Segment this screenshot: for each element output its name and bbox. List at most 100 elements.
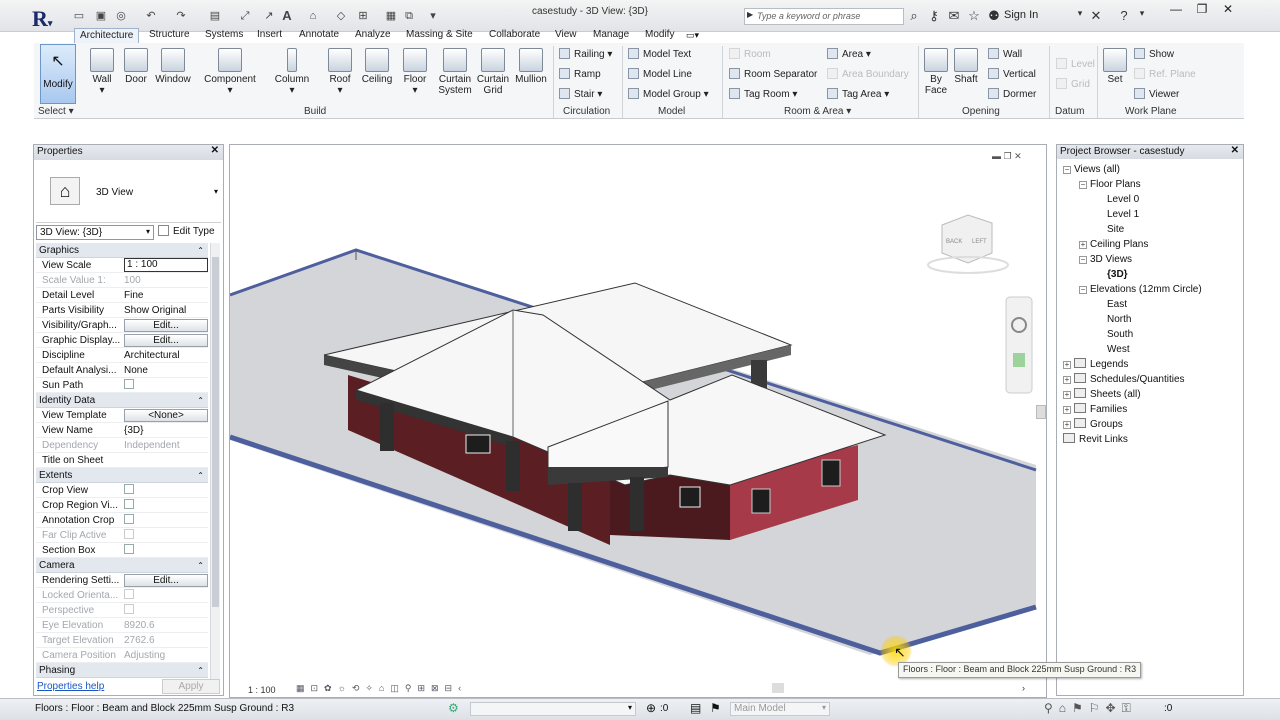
browser-item[interactable]: + Families <box>1063 403 1127 417</box>
close-icon[interactable]: ✕ <box>1216 2 1240 20</box>
prop-parts-visibility[interactable]: Parts Visibility Show Original <box>36 303 208 318</box>
railing-button[interactable]: Railing ▾ <box>559 48 612 62</box>
favorites-icon[interactable]: ☆ <box>966 8 982 24</box>
prop-detail-level[interactable]: Detail Level Fine <box>36 288 208 303</box>
by-face-button[interactable]: By Face <box>922 44 950 102</box>
sun-path-checkbox[interactable] <box>124 379 134 389</box>
browser-item[interactable]: {3D} <box>1095 268 1128 282</box>
column-button[interactable]: Column ▾ <box>270 44 314 102</box>
model-group-button[interactable]: Model Group ▾ <box>628 88 709 102</box>
show-work-plane-button[interactable]: Show <box>1134 48 1174 62</box>
browser-item[interactable]: − Floor Plans <box>1079 178 1141 192</box>
print-icon[interactable]: ▤ <box>208 9 222 23</box>
component-button[interactable]: Component ▾ <box>200 44 260 102</box>
tab-architecture[interactable]: Architecture <box>74 28 140 43</box>
design-options-icon[interactable]: ▤ <box>690 701 701 715</box>
browser-item[interactable]: Site <box>1095 223 1124 237</box>
save-icon[interactable]: ▣ <box>94 9 108 23</box>
modify-button[interactable]: ↖ Modify <box>40 44 76 104</box>
expand-icon[interactable]: + <box>1063 376 1071 384</box>
shaft-button[interactable]: Shaft <box>952 44 980 102</box>
group-identity-data[interactable]: Identity Data ⌃ <box>36 393 208 408</box>
browser-item[interactable]: Level 0 <box>1095 193 1139 207</box>
properties-help-link[interactable]: Properties help <box>37 681 104 692</box>
door-button[interactable]: Door <box>122 44 150 102</box>
tab-structure[interactable]: Structure <box>144 28 195 43</box>
qat-dropdown-icon[interactable]: ▾ <box>426 9 440 23</box>
annotation-crop-checkbox[interactable] <box>124 514 134 524</box>
expand-icon[interactable]: + <box>1079 241 1087 249</box>
tab-insert[interactable]: Insert <box>252 28 287 43</box>
area-button[interactable]: Area ▾ <box>827 48 871 62</box>
binoculars-icon[interactable]: ⌕ <box>906 8 922 24</box>
prop-title-on-sheet[interactable]: Title on Sheet <box>36 453 208 468</box>
chevron-down-icon[interactable]: ▾ <box>214 187 218 196</box>
tab-modify[interactable]: Modify <box>640 28 679 43</box>
browser-item[interactable]: + Sheets (all) <box>1063 388 1141 402</box>
viewer-button[interactable]: Viewer <box>1134 88 1179 102</box>
expand-icon[interactable]: + <box>1063 361 1071 369</box>
prop-view-name[interactable]: View Name {3D} <box>36 423 208 438</box>
section-icon[interactable]: ◇ <box>334 9 348 23</box>
curtain-grid-button[interactable]: Curtain Grid <box>476 44 510 102</box>
browser-item[interactable]: + Ceiling Plans <box>1079 238 1148 252</box>
tag-room-button[interactable]: Tag Room ▾ <box>729 88 797 102</box>
3d-view-icon[interactable]: ⌂ <box>306 9 320 23</box>
model-text-button[interactable]: Model Text <box>628 48 691 62</box>
apply-button[interactable]: Apply <box>162 679 220 694</box>
set-work-plane-button[interactable]: Set <box>1102 44 1128 102</box>
browser-item[interactable]: −3D Views <box>1079 253 1132 267</box>
workset-select[interactable]: ▾ <box>470 702 636 716</box>
stair-button[interactable]: Stair ▾ <box>559 88 602 102</box>
restore-icon[interactable]: ❐ <box>1190 2 1214 20</box>
close-hidden-icon[interactable]: ▦ <box>384 9 398 23</box>
ribbon-toggle-icon[interactable]: ▭▾ <box>686 30 699 41</box>
prop-discipline[interactable]: Discipline Architectural <box>36 348 208 363</box>
text-icon[interactable]: A <box>280 9 294 23</box>
3d-viewport[interactable]: ▬ ❐ ✕ BACK LEFT 1: 100 ▦⊡✿☼⟲✧⌂◫⚲⊞⊠⊟‹ › <box>229 144 1047 698</box>
sign-in-dropdown-icon[interactable]: ▾ <box>1072 8 1088 19</box>
prop-rendering-settings[interactable]: Rendering Setti... Edit... <box>36 573 208 588</box>
selection-options-icons[interactable]: ⚲⌂⚑⚐✥⚿ <box>1044 701 1137 716</box>
group-graphics[interactable]: Graphics ⌃ <box>36 243 208 258</box>
redo-icon[interactable]: ↷ <box>174 9 188 23</box>
open-icon[interactable]: ▭ <box>72 9 86 23</box>
collapse-icon[interactable]: − <box>1079 256 1087 264</box>
sign-in-button[interactable]: Sign In <box>1004 9 1038 21</box>
mullion-button[interactable]: Mullion <box>512 44 550 102</box>
app-menu-button[interactable]: R▾ <box>32 6 66 31</box>
sync-icon[interactable]: ◎ <box>114 9 128 23</box>
edit-button[interactable]: Edit... <box>124 319 208 332</box>
edit-button[interactable]: Edit... <box>124 574 208 587</box>
prop-annotation-crop[interactable]: Annotation Crop <box>36 513 208 528</box>
expand-icon[interactable]: + <box>1063 421 1071 429</box>
browser-item[interactable]: West <box>1095 343 1130 357</box>
vertical-opening-button[interactable]: Vertical <box>988 68 1036 82</box>
collapse-icon[interactable]: − <box>1063 166 1071 174</box>
close-icon[interactable]: ✕ <box>1231 145 1239 156</box>
instance-filter-select[interactable]: 3D View: {3D} ▾ <box>36 225 154 240</box>
help-icon[interactable]: ? <box>1116 8 1132 23</box>
horizontal-scroll-thumb[interactable] <box>772 683 784 693</box>
browser-item[interactable]: East <box>1095 298 1127 312</box>
browser-item[interactable]: − Views (all) <box>1063 163 1120 177</box>
browser-item[interactable]: + Schedules/Quantities <box>1063 373 1185 387</box>
properties-scrollbar[interactable] <box>210 243 220 683</box>
browser-item[interactable]: − Elevations (12mm Circle) <box>1079 283 1202 297</box>
prop-crop-view[interactable]: Crop View <box>36 483 208 498</box>
group-extents[interactable]: Extents ⌃ <box>36 468 208 483</box>
tab-view[interactable]: View <box>550 28 582 43</box>
window-button[interactable]: Window <box>152 44 194 102</box>
model-canvas[interactable]: BACK LEFT <box>230 145 1046 697</box>
browser-item[interactable]: South <box>1095 328 1133 342</box>
curtain-system-button[interactable]: Curtain System <box>436 44 474 102</box>
dimension-icon[interactable]: ↗ <box>262 9 276 23</box>
roof-button[interactable]: Roof ▾ <box>326 44 354 102</box>
wall-button[interactable]: Wall ▾ <box>88 44 116 102</box>
select-panel-label[interactable]: Select ▾ <box>38 106 74 117</box>
tab-manage[interactable]: Manage <box>588 28 634 43</box>
browser-item[interactable]: + Groups <box>1063 418 1123 432</box>
search-input[interactable]: Type a keyword or phrase <box>744 8 904 25</box>
browser-item[interactable]: Revit Links <box>1063 433 1128 447</box>
edit-button[interactable]: Edit... <box>124 334 208 347</box>
